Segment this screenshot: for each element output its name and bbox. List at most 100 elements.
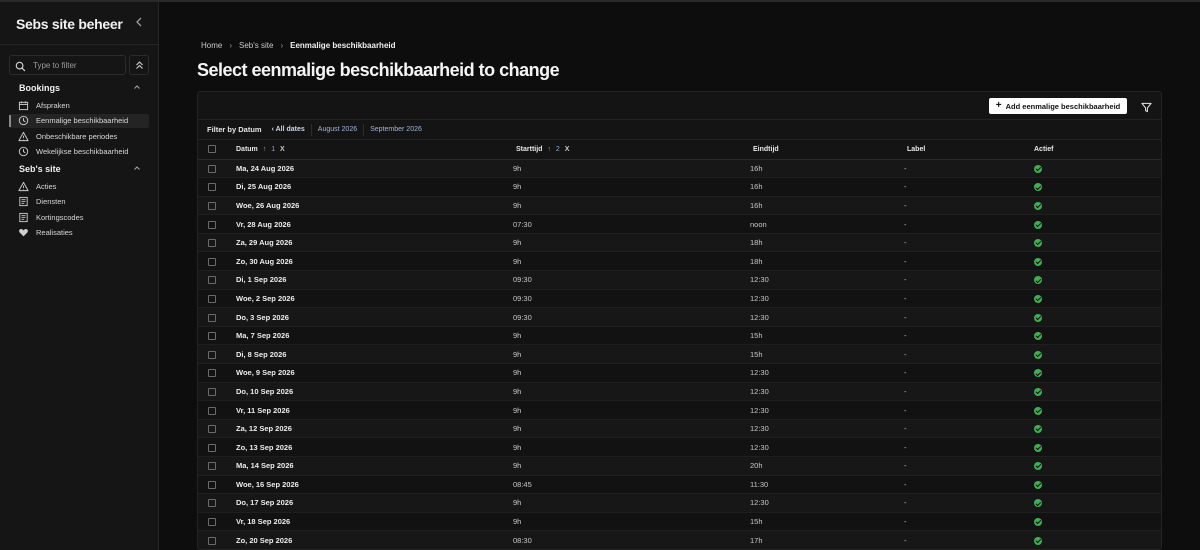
table-row[interactable]: Zo, 30 Aug 2026 9h 18h - (198, 251, 1161, 272)
chevron-up-icon[interactable] (133, 164, 141, 174)
sort-asc-icon[interactable]: ↑ (547, 146, 551, 153)
cell-datum[interactable]: Za, 12 Sep 2026 (224, 419, 507, 439)
table-row[interactable]: Ma, 14 Sep 2026 9h 20h - (198, 456, 1161, 476)
cell-actief (1027, 493, 1161, 513)
cell-datum[interactable]: Di, 25 Aug 2026 (224, 177, 507, 197)
cell-datum[interactable]: Vr, 11 Sep 2026 (224, 400, 507, 420)
row-checkbox[interactable] (208, 480, 216, 489)
row-checkbox[interactable] (208, 350, 216, 359)
row-checkbox[interactable] (208, 443, 216, 452)
row-checkbox[interactable] (208, 332, 216, 341)
row-checkbox[interactable] (208, 387, 216, 396)
sidebar-group-seb-s-site[interactable]: Seb's site (19, 164, 149, 178)
filter-september-2026[interactable]: September 2026 (363, 123, 428, 136)
cell-datum[interactable]: Ma, 24 Aug 2026 (224, 159, 507, 179)
filter-all-dates[interactable]: ‹ All dates (266, 124, 311, 136)
cell-datum[interactable]: Zo, 20 Sep 2026 (224, 530, 507, 549)
table-row[interactable]: Woe, 2 Sep 2026 09:30 12:30- (198, 289, 1161, 309)
row-checkbox[interactable] (208, 313, 216, 322)
table-row[interactable]: Do, 17 Sep 2026 9h 12:30- (198, 493, 1161, 513)
row-checkbox[interactable] (208, 257, 216, 266)
cell-datum[interactable]: Vr, 28 Aug 2026 (224, 214, 507, 234)
cell-datum[interactable]: Woe, 26 Aug 2026 (224, 196, 507, 216)
cell-datum[interactable]: Zo, 13 Sep 2026 (224, 437, 507, 457)
table-row[interactable]: Zo, 13 Sep 2026 9h 12:30- (198, 437, 1161, 457)
row-checkbox[interactable] (208, 369, 216, 378)
cell-datum[interactable]: Di, 1 Sep 2026 (224, 270, 507, 290)
sidebar-filter-input[interactable] (33, 58, 123, 72)
cell-datum[interactable]: Ma, 14 Sep 2026 (224, 456, 507, 476)
row-checkbox[interactable] (208, 518, 216, 527)
table-row[interactable]: Woe, 26 Aug 2026 9h 16h - (198, 196, 1161, 216)
sidebar-item-onbeschikbare-periodes[interactable]: Onbeschikbare periodes (9, 129, 149, 143)
row-checkbox[interactable] (208, 276, 216, 285)
table-row[interactable]: Do, 10 Sep 2026 9h 12:30- (198, 382, 1161, 402)
cell-datum[interactable]: Di, 8 Sep 2026 (224, 344, 507, 365)
collapse-sidebar-icon[interactable] (134, 15, 146, 31)
sidebar-item-diensten[interactable]: Diensten (9, 195, 149, 209)
sidebar-item-afspraken[interactable]: Afspraken (9, 98, 149, 112)
row-select-cell (198, 326, 224, 346)
cell-datum[interactable]: Do, 3 Sep 2026 (224, 307, 507, 327)
cell-datum[interactable]: Woe, 16 Sep 2026 (224, 475, 507, 495)
column-eindtijd[interactable]: Eindtijd (744, 140, 898, 160)
remove-sort-datum[interactable]: X (280, 146, 285, 153)
row-checkbox[interactable] (208, 164, 216, 173)
table-row[interactable]: Ma, 24 Aug 2026 9h 16h - (198, 159, 1161, 179)
select-all-checkbox[interactable] (208, 145, 216, 154)
row-checkbox[interactable] (208, 294, 216, 303)
table-row[interactable]: Za, 29 Aug 2026 9h 18h - (198, 233, 1161, 253)
table-row[interactable]: Za, 12 Sep 2026 9h 12:30- (198, 419, 1161, 439)
sidebar-item-realisaties[interactable]: Realisaties (9, 226, 149, 240)
table-row[interactable]: Zo, 20 Sep 2026 08:30 17h - (198, 530, 1161, 549)
row-checkbox[interactable] (208, 201, 216, 210)
cell-datum[interactable]: Ma, 7 Sep 2026 (224, 326, 507, 346)
table-row[interactable]: Woe, 9 Sep 2026 9h 12:30- (198, 363, 1161, 383)
site-brand[interactable]: Sebs site beheer (16, 16, 123, 32)
row-checkbox[interactable] (208, 183, 216, 192)
column-actief[interactable]: Actief (1027, 140, 1161, 160)
table-row[interactable]: Di, 1 Sep 2026 09:30 12:30- (198, 270, 1161, 290)
row-checkbox[interactable] (208, 220, 216, 229)
cell-datum[interactable]: Do, 10 Sep 2026 (224, 382, 507, 402)
sidebar-item-acties[interactable]: Acties (9, 179, 149, 193)
cell-actief (1027, 251, 1161, 272)
cell-datum[interactable]: Vr, 18 Sep 2026 (224, 512, 507, 532)
sidebar-item-eenmalige-beschikbaarheid[interactable]: Eenmalige beschikbaarheid (9, 113, 149, 128)
expand-all-button[interactable] (129, 55, 149, 75)
table-row[interactable]: Vr, 11 Sep 2026 9h 12:30- (198, 400, 1161, 420)
table-row[interactable]: Do, 3 Sep 2026 09:30 12:30- (198, 307, 1161, 327)
breadcrumb-home[interactable]: Home (201, 41, 222, 50)
chevron-up-icon[interactable] (133, 83, 141, 93)
cell-datum[interactable]: Do, 17 Sep 2026 (224, 493, 507, 513)
table-row[interactable]: Vr, 18 Sep 2026 9h 15h - (198, 512, 1161, 532)
cell-datum[interactable]: Woe, 9 Sep 2026 (224, 363, 507, 383)
table-row[interactable]: Vr, 28 Aug 2026 07:30 noon - (198, 214, 1161, 234)
breadcrumb-app[interactable]: Seb's site (239, 41, 273, 50)
column-label[interactable]: Label (898, 140, 1027, 160)
row-checkbox[interactable] (208, 406, 216, 415)
cell-datum[interactable]: Zo, 30 Aug 2026 (224, 251, 507, 272)
row-checkbox[interactable] (208, 462, 216, 471)
sidebar-group-bookings[interactable]: Bookings (19, 83, 149, 97)
remove-sort-starttijd[interactable]: X (565, 146, 570, 153)
cell-eindtijd: 12:30 (744, 363, 898, 383)
table-row[interactable]: Di, 8 Sep 2026 9h 15h - (198, 344, 1161, 365)
row-checkbox[interactable] (208, 499, 216, 508)
row-checkbox[interactable] (208, 239, 216, 248)
filter-funnel-icon[interactable] (1141, 100, 1153, 113)
add-button[interactable]: + Add eenmalige beschikbaarheid (989, 98, 1127, 114)
sidebar-item-kortingscodes[interactable]: Kortingscodes (9, 210, 149, 224)
column-datum[interactable]: Datum ↑ 1 X (224, 140, 507, 160)
sidebar-item-wekelijkse-beschikbaarheid[interactable]: Wekelijkse beschikbaarheid (9, 145, 149, 159)
column-starttijd[interactable]: Starttijd ↑ 2 X (507, 140, 744, 160)
sort-asc-icon[interactable]: ↑ (263, 146, 267, 153)
row-checkbox[interactable] (208, 536, 216, 545)
table-row[interactable]: Woe, 16 Sep 2026 08:45 11:30- (198, 475, 1161, 495)
cell-datum[interactable]: Za, 29 Aug 2026 (224, 233, 507, 253)
cell-datum[interactable]: Woe, 2 Sep 2026 (224, 289, 507, 309)
row-checkbox[interactable] (208, 425, 216, 434)
filter-august-2026[interactable]: August 2026 (310, 123, 363, 136)
table-row[interactable]: Ma, 7 Sep 2026 9h 15h - (198, 326, 1161, 346)
table-row[interactable]: Di, 25 Aug 2026 9h 16h - (198, 177, 1161, 197)
